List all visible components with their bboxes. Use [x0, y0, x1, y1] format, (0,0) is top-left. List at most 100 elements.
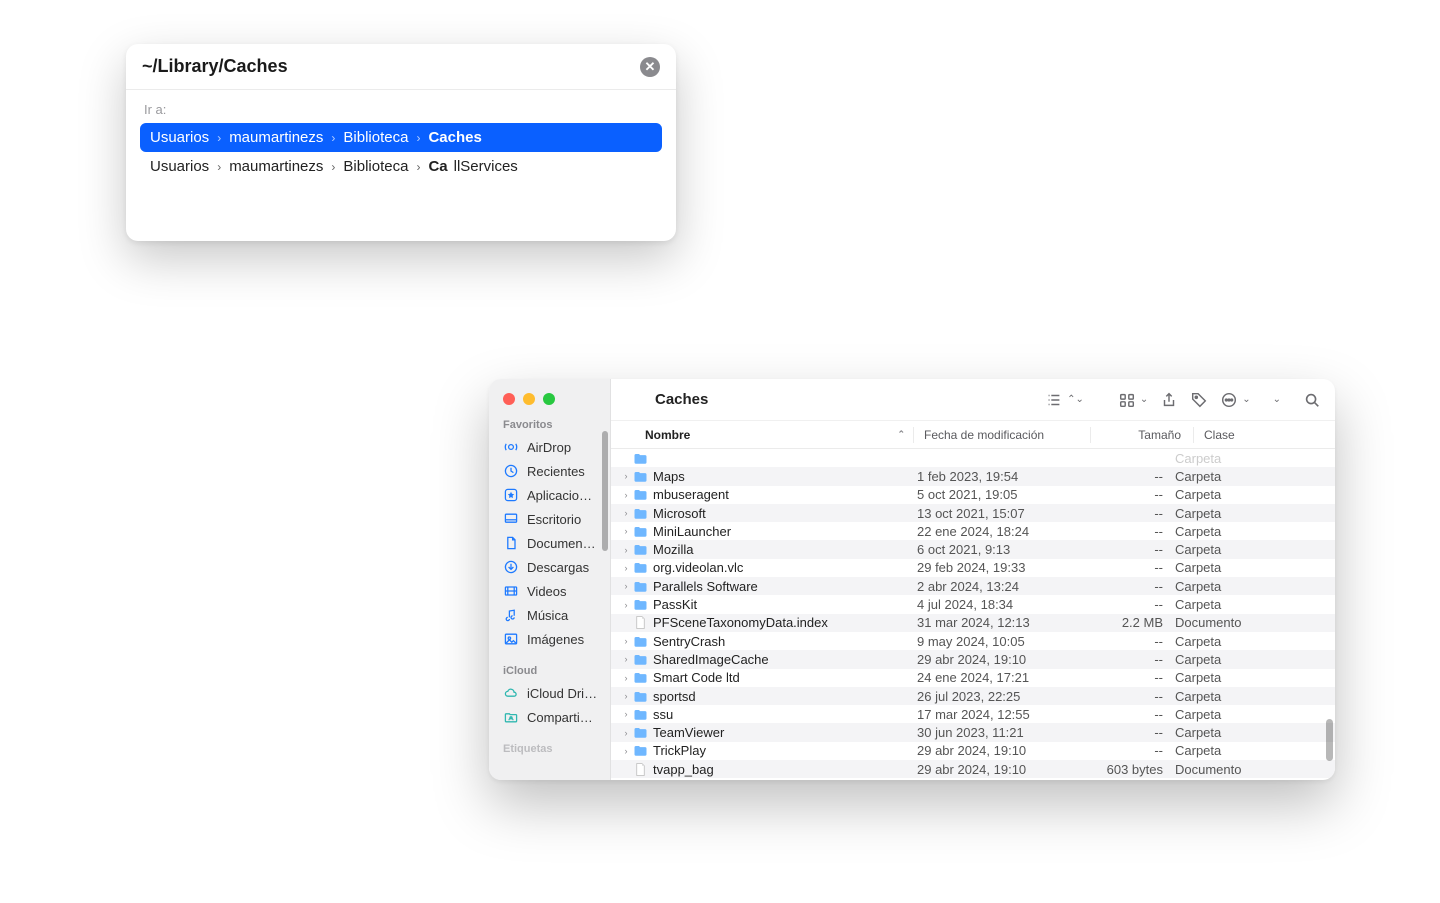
minimize-icon[interactable] [523, 393, 535, 405]
goto-results: Ir a: Usuarios›maumartinezs›Biblioteca›C… [126, 90, 676, 241]
sidebar-item-shared[interactable]: Comparti… [489, 705, 610, 729]
table-row[interactable]: ›SentryCrash9 may 2024, 10:05--Carpeta [611, 632, 1335, 650]
col-name[interactable]: Nombre ⌃ [611, 428, 913, 442]
disclosure-icon[interactable]: › [621, 728, 631, 738]
table-row[interactable]: ›ssu17 mar 2024, 12:55--Carpeta [611, 705, 1335, 723]
disclosure-icon[interactable]: › [621, 746, 631, 756]
sidebar-item-label: Documen… [527, 536, 596, 551]
row-modified: 1 feb 2023, 19:54 [917, 469, 1083, 484]
sidebar-item-label: iCloud Dri… [527, 686, 597, 701]
video-icon [503, 583, 519, 599]
disclosure-icon[interactable]: › [621, 709, 631, 719]
sidebar: Favoritos AirDropRecientesAplicacio…Escr… [489, 379, 611, 780]
content-scrollbar[interactable] [1326, 719, 1333, 761]
close-icon[interactable] [503, 393, 515, 405]
row-name: ssu [649, 707, 917, 722]
row-size: -- [1083, 579, 1175, 594]
folder-icon [631, 579, 649, 594]
table-row[interactable]: ›Mozilla6 oct 2021, 9:13--Carpeta [611, 540, 1335, 558]
more-icon[interactable]: ⌄ [1220, 391, 1250, 409]
table-row[interactable]: ›mbuseragent5 oct 2021, 19:05--Carpeta [611, 486, 1335, 504]
desktop-icon [503, 511, 519, 527]
sidebar-item-download[interactable]: Descargas [489, 555, 610, 579]
row-size: -- [1083, 670, 1175, 685]
disclosure-icon[interactable]: › [621, 691, 631, 701]
row-name: TeamViewer [649, 725, 917, 740]
disclosure-icon[interactable]: › [621, 673, 631, 683]
disclosure-icon[interactable]: › [621, 581, 631, 591]
finder-content: Caches ⌃⌄ ⌄ ⌄ ⌄ [611, 379, 1335, 780]
sidebar-item-airdrop[interactable]: AirDrop [489, 435, 610, 459]
table-row[interactable]: ›Smart Code ltd24 ene 2024, 17:21--Carpe… [611, 669, 1335, 687]
search-icon[interactable] [1303, 391, 1321, 409]
row-size: -- [1083, 469, 1175, 484]
row-modified: 24 ene 2024, 17:21 [917, 670, 1083, 685]
table-row[interactable]: ›MiniLauncher22 ene 2024, 18:24--Carpeta [611, 522, 1335, 540]
goto-label: Ir a: [144, 102, 658, 117]
goto-result[interactable]: Usuarios›maumartinezs›Biblioteca›Caches [140, 123, 662, 152]
row-name: Smart Code ltd [649, 670, 917, 685]
goto-panel: ✕ Ir a: Usuarios›maumartinezs›Biblioteca… [126, 44, 676, 241]
row-size: -- [1083, 560, 1175, 575]
view-options-icon[interactable]: ⌄ [1118, 391, 1148, 409]
table-row[interactable]: ›TeamViewer30 jun 2023, 11:21--Carpeta [611, 723, 1335, 741]
column-headers: Nombre ⌃ Fecha de modificación Tamaño Cl… [611, 421, 1335, 449]
row-name: TrickPlay [649, 743, 917, 758]
sidebar-item-music[interactable]: Música [489, 603, 610, 627]
disclosure-icon[interactable]: › [621, 545, 631, 555]
disclosure-icon[interactable]: › [621, 526, 631, 536]
sidebar-item-video[interactable]: Videos [489, 579, 610, 603]
goto-input-row: ✕ [126, 44, 676, 90]
view-list-icon[interactable]: ⌃⌄ [1045, 391, 1084, 409]
row-size: -- [1083, 506, 1175, 521]
row-modified: 30 jun 2023, 11:21 [917, 725, 1083, 740]
table-row[interactable]: ›Parallels Software2 abr 2024, 13:24--Ca… [611, 577, 1335, 595]
sidebar-item-apps[interactable]: Aplicacio… [489, 483, 610, 507]
share-icon[interactable] [1160, 391, 1178, 409]
table-row[interactable]: ›SharedImageCache29 abr 2024, 19:10--Car… [611, 650, 1335, 668]
shared-icon [503, 709, 519, 725]
table-row[interactable]: ›org.videolan.vlc29 feb 2024, 19:33--Car… [611, 559, 1335, 577]
sidebar-item-desktop[interactable]: Escritorio [489, 507, 610, 531]
chevron-down-icon[interactable]: ⌄ [1273, 394, 1281, 405]
col-kind[interactable]: Clase [1204, 428, 1335, 442]
disclosure-icon[interactable]: › [621, 508, 631, 518]
table-row[interactable]: PFSceneTaxonomyData.index31 mar 2024, 12… [611, 614, 1335, 632]
goto-result[interactable]: Usuarios›maumartinezs›Biblioteca›CallSer… [140, 152, 662, 181]
folder-icon [631, 469, 649, 484]
disclosure-icon[interactable]: › [621, 471, 631, 481]
sidebar-item-images[interactable]: Imágenes [489, 627, 610, 651]
sidebar-item-docs[interactable]: Documen… [489, 531, 610, 555]
file-icon [631, 762, 649, 777]
table-row[interactable]: ›PassKit4 jul 2024, 18:34--Carpeta [611, 595, 1335, 613]
disclosure-icon[interactable]: › [621, 563, 631, 573]
row-size: 2.2 MB [1083, 615, 1175, 630]
table-row[interactable]: ›sportsd26 jul 2023, 22:25--Carpeta [611, 687, 1335, 705]
table-row[interactable]: tvapp_bag29 abr 2024, 19:10603 bytesDocu… [611, 760, 1335, 778]
disclosure-icon[interactable]: › [621, 654, 631, 664]
disclosure-icon[interactable]: › [621, 636, 631, 646]
sidebar-section-tags: Etiquetas [489, 737, 610, 759]
sidebar-item-cloud[interactable]: iCloud Dri… [489, 681, 610, 705]
row-modified: 29 feb 2024, 19:33 [917, 560, 1083, 575]
disclosure-icon[interactable]: › [621, 600, 631, 610]
col-modified[interactable]: Fecha de modificación [924, 428, 1090, 442]
disclosure-icon[interactable]: › [621, 490, 631, 500]
tag-icon[interactable] [1190, 391, 1208, 409]
zoom-icon[interactable] [543, 393, 555, 405]
row-size: -- [1083, 689, 1175, 704]
clear-icon[interactable]: ✕ [640, 57, 660, 77]
row-modified: 22 ene 2024, 18:24 [917, 524, 1083, 539]
table-row[interactable]: ›Maps1 feb 2023, 19:54--Carpeta [611, 467, 1335, 485]
sidebar-scrollbar[interactable] [602, 431, 608, 551]
folder-icon [631, 707, 649, 722]
row-modified: 6 oct 2021, 9:13 [917, 542, 1083, 557]
table-row[interactable]: ›TrickPlay29 abr 2024, 19:10--Carpeta [611, 742, 1335, 760]
table-row[interactable]: ›Microsoft13 oct 2021, 15:07--Carpeta [611, 504, 1335, 522]
row-kind: Carpeta [1175, 597, 1335, 612]
goto-path-input[interactable] [142, 56, 640, 77]
row-size: -- [1083, 725, 1175, 740]
sidebar-item-recent[interactable]: Recientes [489, 459, 610, 483]
col-size[interactable]: Tamaño [1101, 428, 1193, 442]
folder-icon [631, 524, 649, 539]
